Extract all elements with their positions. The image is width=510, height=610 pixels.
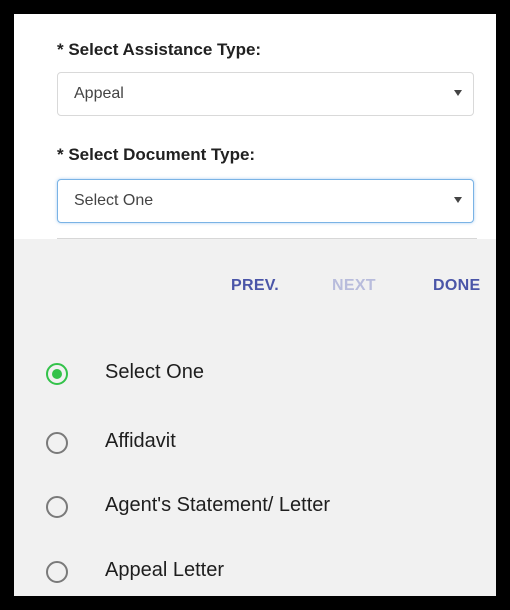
document-form: * Select Assistance Type: Appeal * Selec… [14,14,496,239]
prev-button[interactable]: PREV. [231,277,279,295]
document-type-select[interactable]: Select One [57,179,474,223]
assistance-type-select[interactable]: Appeal [57,72,474,116]
option-label: Select One [105,361,204,383]
screenshot-frame: * Select Assistance Type: Appeal * Selec… [14,14,496,596]
option-label: Affidavit [105,430,176,452]
option-affidavit[interactable]: Affidavit [14,415,496,475]
option-select-one[interactable]: Select One [14,346,496,406]
assistance-type-value: Appeal [74,85,124,102]
done-button[interactable]: DONE [433,277,480,295]
radio-checked-icon[interactable] [46,363,68,385]
radio-unchecked-icon[interactable] [46,432,68,454]
assistance-type-label: * Select Assistance Type: [57,40,262,59]
option-label: Agent's Statement/ Letter [105,494,331,516]
option-appeal-letter[interactable]: Appeal Letter [14,544,496,596]
option-picker: PREV. NEXT DONE Select One Affidavit Age… [14,239,496,596]
option-agents-statement[interactable]: Agent's Statement/ Letter [14,479,496,539]
radio-unchecked-icon[interactable] [46,561,68,583]
document-type-label: * Select Document Type: [57,145,256,164]
chevron-down-icon [454,197,462,203]
document-type-value: Select One [74,192,154,209]
next-button[interactable]: NEXT [332,277,376,295]
option-label: Appeal Letter [105,559,224,581]
chevron-down-icon [454,90,462,96]
radio-unchecked-icon[interactable] [46,496,68,518]
